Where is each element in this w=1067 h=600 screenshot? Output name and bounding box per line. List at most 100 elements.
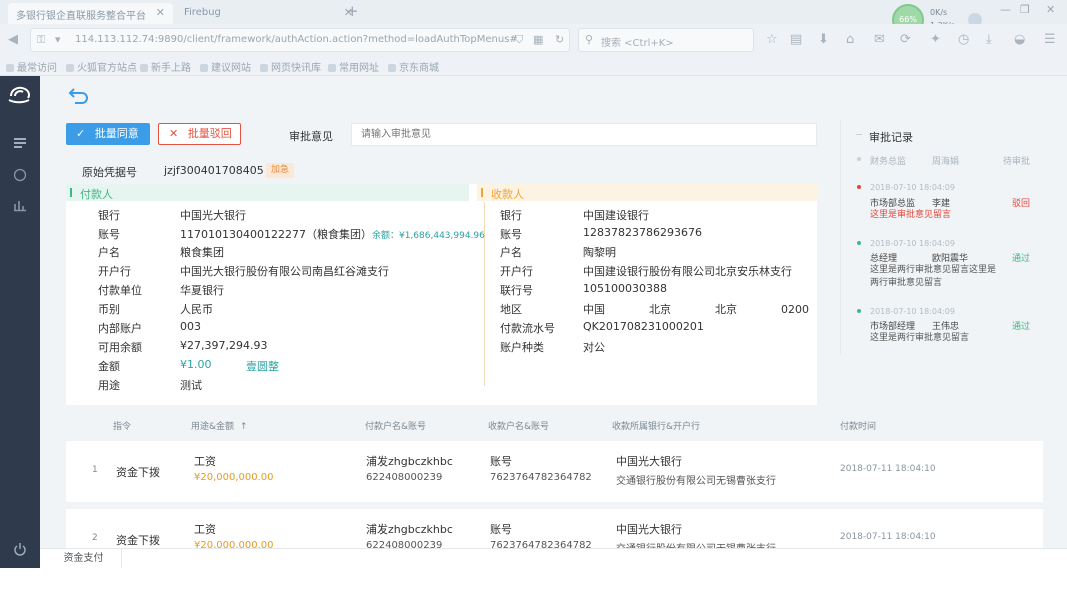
opinion-input[interactable]: [351, 123, 817, 146]
pending-role: 财务总监: [870, 157, 907, 167]
chat-icon[interactable]: ✉: [874, 32, 885, 47]
browser-tab-active[interactable]: 多银行银企直联服务整合平台 ✕: [8, 3, 173, 24]
check-icon: ✓: [76, 127, 86, 140]
column-header-bank[interactable]: 收款所属银行&开户行: [612, 419, 700, 432]
app-logo-icon: [8, 86, 30, 104]
download-icon[interactable]: ⬇: [818, 32, 829, 47]
sync-icon[interactable]: ⟳: [900, 32, 911, 47]
payee-field-label: 账户种类: [500, 341, 544, 354]
balance-note: 余额：¥1,686,443,994.96: [371, 231, 485, 241]
toolbar-icon[interactable]: ✦: [930, 32, 941, 47]
bookmark-item[interactable]: 常用网址: [328, 59, 379, 74]
payer-title: 付款人: [80, 188, 113, 201]
approval-records: 审批记录 财务总监 周海娟 待审批 2018-07-10 18:04:09 市场…: [840, 120, 1050, 360]
star-icon[interactable]: ☆: [766, 32, 778, 47]
payee-field-value: 105100030388: [583, 282, 667, 295]
batch-approve-button[interactable]: ✓ 批量同意: [66, 123, 150, 145]
bookmark-icon: [6, 64, 14, 72]
menu-list-icon[interactable]: [12, 136, 28, 152]
column-header-purpose-amount[interactable]: 用途&金额 ↑: [191, 419, 248, 432]
row-payee-account: 7623764782364782: [490, 472, 592, 483]
column-header-payer[interactable]: 付款户名&账号: [365, 419, 426, 432]
browser-nav-bar: ◀ ⚿ ▾ 114.113.112.74:9890/client/framewo…: [0, 24, 1067, 56]
timeline-dot: [857, 157, 861, 161]
row-instruction: 资金下拨: [116, 466, 160, 479]
browser-tab-firebug[interactable]: Firebug ✕: [176, 3, 361, 24]
power-icon[interactable]: [12, 542, 28, 558]
address-bar[interactable]: ⚿ ▾ 114.113.112.74:9890/client/framework…: [30, 28, 570, 52]
row-payer-account: 622408000239: [366, 472, 443, 483]
opinion-label: 审批意见: [289, 130, 333, 143]
row-time: 2018-07-11 18:04:10: [840, 532, 936, 542]
bookmark-icon: [260, 64, 268, 72]
menu-icon[interactable]: ☰: [1044, 32, 1056, 47]
bottom-tab-fund-payment[interactable]: 资金支付: [46, 549, 122, 569]
dropdown-icon[interactable]: ▾: [55, 33, 61, 46]
maximize-icon[interactable]: ❐: [1020, 3, 1030, 16]
record-name: 李建: [932, 199, 951, 209]
payee-field-value: 中国建设银行: [583, 209, 649, 222]
bookmark-icon: [328, 64, 336, 72]
upload-speed: 0K/s: [930, 8, 948, 17]
bookmark-item[interactable]: 新手上路: [140, 59, 191, 74]
reload-icon[interactable]: ↻: [555, 33, 564, 46]
records-title: 审批记录: [869, 131, 913, 144]
shield-icon[interactable]: ⛉: [515, 33, 523, 47]
compass-icon[interactable]: [12, 168, 28, 184]
bookmark-item[interactable]: 京东商城: [388, 59, 439, 74]
payer-field-label: 可用余额: [98, 341, 142, 354]
bookmark-item[interactable]: 火狐官方站点: [66, 59, 137, 74]
key-icon: ⚿: [37, 33, 46, 46]
timeline-dot: [857, 309, 861, 313]
row-payer-name: 浦发zhgbczkhbc: [366, 523, 453, 536]
search-box[interactable]: ⚲ 搜索 <Ctrl+K>: [578, 28, 754, 52]
window-close-icon[interactable]: ✕: [1046, 3, 1055, 16]
home-icon[interactable]: ⌂: [846, 32, 854, 47]
row-index: 2: [92, 533, 98, 543]
app-sidebar: [0, 76, 40, 568]
bookmark-item[interactable]: 网页快讯库: [260, 59, 321, 74]
browser-tab-title: Firebug: [184, 7, 221, 18]
row-bank: 中国光大银行: [616, 455, 682, 468]
download-manager-icon[interactable]: ⤓: [986, 32, 992, 47]
clock-icon[interactable]: ◷: [958, 32, 969, 47]
chart-icon[interactable]: [12, 198, 28, 214]
payee-field-value: 陶黎明: [583, 246, 616, 259]
back-icon[interactable]: ◀: [8, 32, 18, 47]
payer-field-value: 华夏银行: [180, 284, 224, 297]
sort-arrow-icon[interactable]: ↑: [240, 422, 248, 432]
qr-icon[interactable]: ▦: [533, 33, 543, 46]
minimize-icon[interactable]: —: [1000, 3, 1011, 16]
bookmarks-bar: 最常访问 火狐官方站点 新手上路 建议网站 网页快讯库 常用网址 京东商城: [0, 56, 1067, 76]
records-tick: [856, 134, 862, 135]
payee-field-value: 对公: [583, 341, 605, 354]
record-status: 通过: [1012, 322, 1031, 332]
batch-reject-button[interactable]: ✕ 批量驳回: [158, 123, 241, 145]
payee-field-label: 联行号: [500, 284, 533, 297]
payee-field-value: 12837823786293676: [583, 226, 702, 239]
back-arrow-icon[interactable]: [68, 85, 90, 105]
close-icon[interactable]: ✕: [156, 6, 165, 19]
column-header-payee[interactable]: 收款户名&账号: [488, 419, 549, 432]
clipboard-icon[interactable]: ▤: [790, 32, 802, 47]
close-icon: ✕: [169, 127, 179, 140]
payee-field-label: 开户行: [500, 265, 533, 278]
payer-amount: ¥1.00: [180, 358, 212, 371]
column-header-instruction[interactable]: 指令: [113, 419, 131, 432]
bookmark-item[interactable]: 建议网站: [200, 59, 251, 74]
bookmark-item[interactable]: 最常访问: [6, 59, 57, 74]
message-icon[interactable]: ◒: [1014, 32, 1025, 47]
payer-field-value: 中国光大银行股份有限公司南昌红谷滩支行: [180, 265, 389, 278]
record-role: 总经理: [870, 254, 898, 264]
reject-label: 批量驳回: [187, 127, 232, 140]
new-tab-button[interactable]: +: [346, 2, 359, 20]
payer-field-label: 付款单位: [98, 284, 142, 297]
payer-field-label: 金额: [98, 360, 120, 373]
record-time: 2018-07-10 18:04:09: [870, 307, 955, 316]
table-row[interactable]: 1 资金下拨 工资 ¥20,000,000.00 浦发zhgbczkhbc 62…: [66, 441, 1043, 502]
row-purpose: 工资: [194, 523, 216, 536]
column-header-time[interactable]: 付款时间: [840, 419, 876, 432]
bookmark-icon: [66, 64, 74, 72]
voucher-label: 原始凭据号: [82, 166, 137, 179]
payer-field-value: ¥27,397,294.93: [180, 339, 268, 352]
